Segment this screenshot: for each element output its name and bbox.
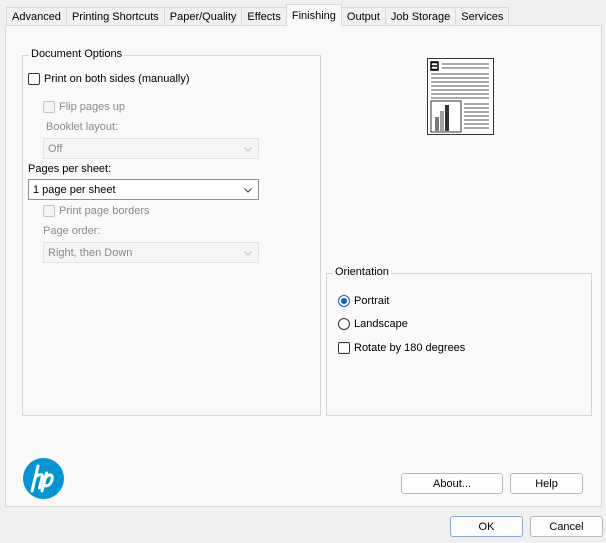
print-page-borders-checkbox[interactable]: Print page borders [43,205,150,217]
help-button[interactable]: Help [510,473,583,494]
print-page-borders-label: Print page borders [59,205,150,217]
hp-logo-icon [23,458,64,499]
radio-button[interactable] [338,295,350,307]
print-both-sides-checkbox[interactable]: Print on both sides (manually) [28,73,190,85]
pages-per-sheet-value: 1 page per sheet [33,183,116,196]
booklet-layout-value: Off [48,142,63,155]
rotate-180-label: Rotate by 180 degrees [354,342,466,354]
checkbox-box[interactable] [338,342,350,354]
orientation-title: Orientation [333,266,391,278]
page-order-label: Page order: [43,225,101,237]
tab-job-storage[interactable]: Job Storage [384,7,457,26]
pages-per-sheet-select[interactable]: 1 page per sheet [28,179,259,200]
tab-output[interactable]: Output [340,7,386,26]
portrait-label: Portrait [354,295,390,307]
cancel-label: Cancel [549,520,584,533]
tab-finishing[interactable]: Finishing [285,4,342,26]
document-options-title: Document Options [29,48,125,60]
ok-label: OK [478,520,495,533]
flip-pages-up-label: Flip pages up [59,101,126,113]
landscape-radio[interactable]: Landscape [338,318,408,330]
page-order-value: Right, then Down [48,246,133,259]
page-order-select[interactable]: Right, then Down [43,242,259,263]
checkbox-box[interactable] [28,73,40,85]
flip-pages-up-checkbox[interactable]: Flip pages up [43,101,125,113]
chevron-down-icon [244,188,252,193]
rotate-180-checkbox[interactable]: Rotate by 180 degrees [338,342,465,354]
tab-effects[interactable]: Effects [241,7,287,26]
ok-button[interactable]: OK [450,516,523,537]
tab-printing-shortcuts[interactable]: Printing Shortcuts [65,7,165,26]
tab-services[interactable]: Services [455,7,510,26]
page-preview [427,58,494,135]
checkbox-box[interactable] [43,101,55,113]
document-preview-icon [430,61,489,133]
checkbox-box[interactable] [43,205,55,217]
pages-per-sheet-label: Pages per sheet: [28,163,112,175]
tab-paper-quality[interactable]: Paper/Quality [163,7,243,26]
booklet-layout-select[interactable]: Off [43,138,259,159]
tab-strip: Advanced Printing Shortcuts Paper/Qualit… [6,4,510,26]
tab-advanced[interactable]: Advanced [6,7,67,26]
print-both-sides-label: Print on both sides (manually) [44,73,190,85]
portrait-radio[interactable]: Portrait [338,295,389,307]
cancel-button[interactable]: Cancel [530,516,603,537]
chevron-down-icon [244,147,252,152]
radio-button[interactable] [338,318,350,330]
about-button[interactable]: About... [401,473,503,494]
booklet-layout-label: Booklet layout: [46,121,119,133]
landscape-label: Landscape [354,318,408,330]
help-label: Help [535,477,558,490]
about-label: About... [433,477,471,490]
chevron-down-icon [244,251,252,256]
